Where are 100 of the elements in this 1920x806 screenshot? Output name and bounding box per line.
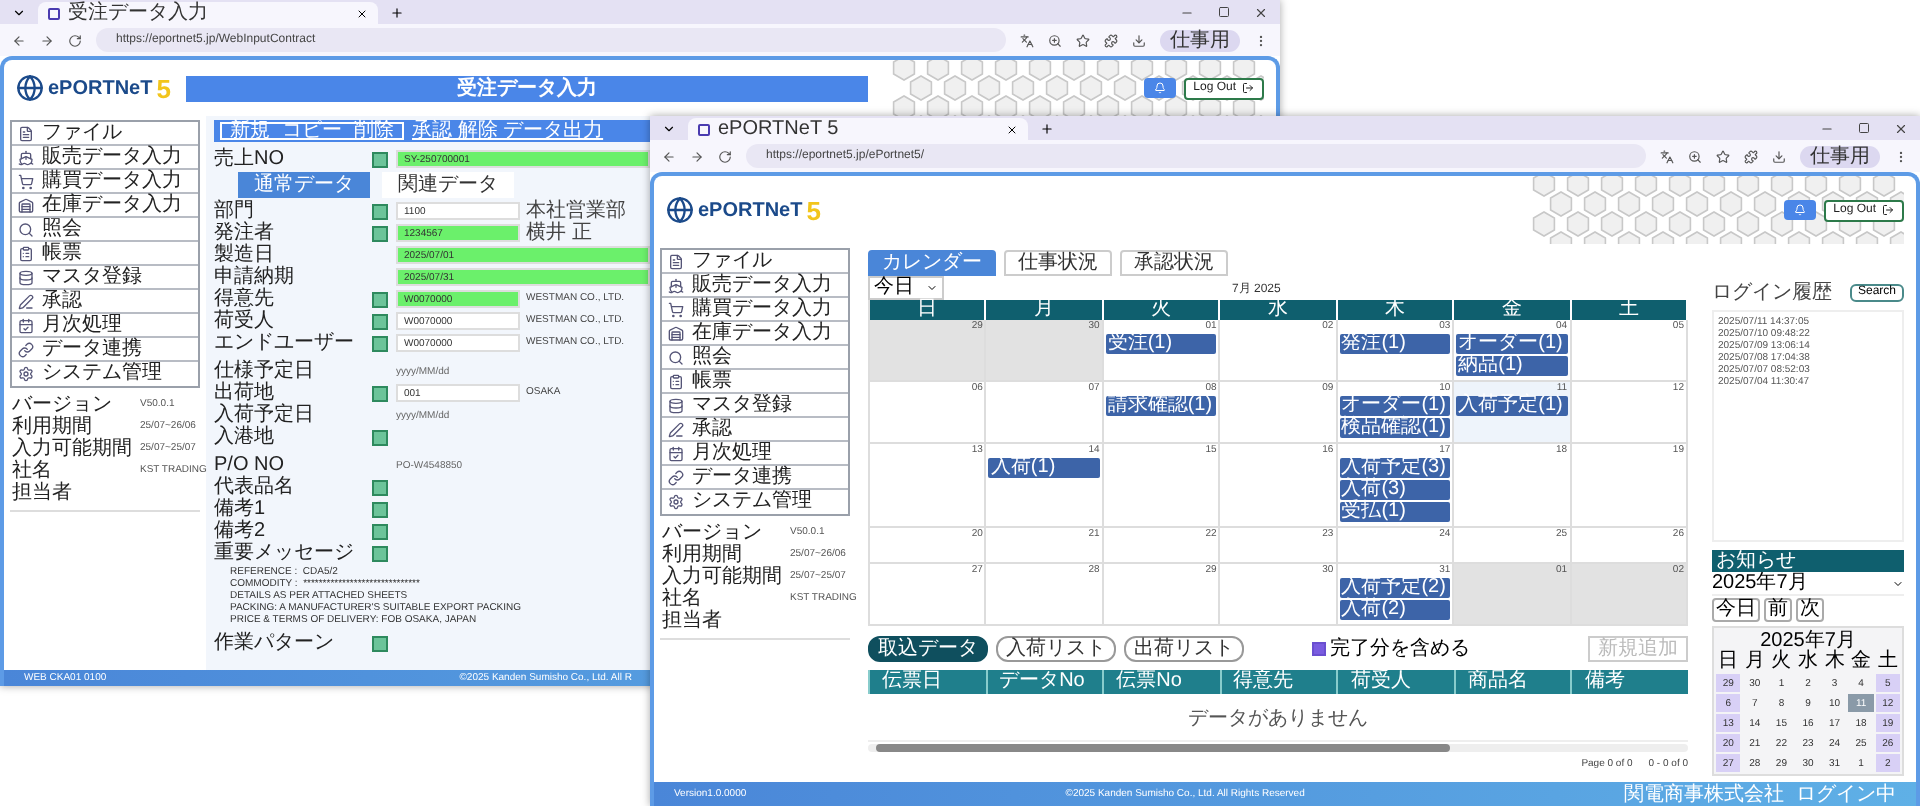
weekday-header: 土 (1571, 300, 1688, 320)
sidebar-item[interactable]: 月次処理 (662, 442, 848, 466)
close-icon[interactable] (1254, 5, 1268, 19)
chevron-down-icon (926, 282, 938, 294)
download-icon[interactable] (1132, 33, 1146, 47)
form-tab[interactable]: 通常データ (238, 172, 370, 198)
forward-icon[interactable] (690, 149, 704, 163)
menu-icon[interactable] (1254, 33, 1268, 47)
sidebar-item[interactable]: マスタ登録 (662, 394, 848, 418)
lookup-button[interactable] (372, 635, 388, 651)
sidebar-item[interactable]: 購買データ入力 (662, 298, 848, 322)
close-icon[interactable] (1894, 121, 1908, 135)
page-title: 受注データ入力 (186, 75, 868, 101)
menu-item-icon (668, 494, 684, 510)
action-button[interactable]: 出荷リスト (1124, 635, 1244, 661)
sidebar-item[interactable]: 照会 (12, 218, 198, 242)
column-header[interactable]: 伝票No (1102, 670, 1220, 694)
menu-icon[interactable] (1894, 149, 1908, 163)
toolbar-link[interactable]: 承認 解除 データ出力 (412, 121, 604, 141)
menu-item-icon (18, 173, 34, 189)
field-label: 作業パターン (214, 633, 336, 653)
sidebar-item[interactable]: 販売データ入力 (12, 146, 198, 170)
action-button[interactable]: 取込データ (868, 635, 988, 661)
logout-icon (1242, 82, 1254, 94)
column-header[interactable]: データNo (985, 670, 1103, 694)
field-label: 入荷予定日 (214, 405, 316, 425)
notification-button[interactable] (1143, 78, 1176, 98)
extensions-icon[interactable] (1104, 33, 1118, 47)
sidebar-item[interactable]: 照会 (662, 346, 848, 370)
bookmark-icon[interactable] (1076, 33, 1090, 47)
extensions-icon[interactable] (1744, 149, 1758, 163)
field-label: エンドユーザー (214, 333, 356, 353)
info-label: 利用期間 (12, 416, 92, 438)
download-icon[interactable] (1772, 149, 1786, 163)
calendar-nav-button[interactable]: 今日 (1712, 598, 1760, 622)
month-select[interactable]: 2025年7月 (1712, 572, 1904, 596)
calendar-nav-button[interactable]: 前 (1764, 598, 1792, 622)
sidebar-item[interactable]: 帳票 (12, 242, 198, 266)
checkbox[interactable] (1312, 641, 1326, 655)
sidebar-item[interactable]: データ連携 (662, 466, 848, 490)
reload-icon[interactable] (718, 149, 732, 163)
calendar-event[interactable]: 入荷予定(1) (1456, 396, 1568, 416)
close-tab-icon[interactable] (356, 7, 368, 19)
column-header[interactable]: 伝票日 (868, 670, 986, 694)
new-tab-icon[interactable] (1040, 121, 1054, 135)
sidebar-item[interactable]: 承認 (12, 290, 198, 314)
tab-list-icon[interactable] (662, 121, 676, 135)
sidebar-item[interactable]: 月次処理 (12, 314, 198, 338)
sidebar-item[interactable]: ファイル (12, 122, 198, 146)
calendar-nav-button[interactable]: 次 (1796, 598, 1824, 622)
sidebar-item[interactable]: マスタ登録 (12, 266, 198, 290)
sidebar-item[interactable]: ファイル (662, 250, 848, 274)
weekday-label: 日 (1716, 652, 1741, 672)
sidebar-item[interactable]: 販売データ入力 (662, 274, 848, 298)
translate-icon[interactable] (1660, 149, 1674, 163)
sidebar-item[interactable]: データ連携 (12, 338, 198, 362)
sidebar-item[interactable]: 帳票 (662, 370, 848, 394)
sidebar-item[interactable]: システム管理 (662, 490, 848, 514)
view-tab[interactable]: カレンダー (868, 250, 996, 276)
favicon-icon (698, 123, 710, 135)
lookup-button[interactable] (372, 151, 388, 167)
browser-tab[interactable]: ePORTNeT 5 (688, 118, 1028, 140)
notification-button[interactable] (1783, 200, 1816, 220)
zoom-icon[interactable] (1688, 149, 1702, 163)
reload-icon[interactable] (68, 33, 82, 47)
sidebar-item[interactable]: 在庫データ入力 (662, 322, 848, 346)
back-icon[interactable] (662, 149, 676, 163)
new-tab-icon[interactable] (390, 5, 404, 19)
sidebar-item[interactable]: 承認 (662, 418, 848, 442)
column-header[interactable]: 備考 (1570, 670, 1688, 694)
close-tab-icon[interactable] (1006, 123, 1018, 135)
maximize-icon[interactable] (1218, 6, 1230, 18)
maximize-icon[interactable] (1858, 122, 1870, 134)
view-tab[interactable]: 仕事状況 (1004, 250, 1112, 276)
info-label: 担当者 (12, 482, 74, 504)
menu-item-icon (668, 421, 684, 437)
action-button[interactable]: 入荷リスト (996, 635, 1116, 661)
column-header[interactable]: 荷受人 (1336, 670, 1454, 694)
back-icon[interactable] (12, 33, 26, 47)
bookmark-icon[interactable] (1716, 149, 1730, 163)
sidebar-item[interactable]: 在庫データ入力 (12, 194, 198, 218)
menu-item-icon (18, 125, 34, 141)
column-header[interactable]: 商品名 (1453, 670, 1571, 694)
profile-button[interactable]: 仕事用 (1800, 145, 1880, 167)
forward-icon[interactable] (40, 33, 54, 47)
scrollbar-thumb[interactable] (876, 744, 1450, 752)
view-tab[interactable]: 承認状況 (1120, 250, 1228, 276)
column-header[interactable]: 得意先 (1219, 670, 1337, 694)
sidebar-item[interactable]: 購買データ入力 (12, 170, 198, 194)
menu-item-icon (668, 397, 684, 413)
tab-list-icon[interactable] (12, 5, 26, 19)
translate-icon[interactable] (1020, 33, 1034, 47)
weekday-label: 水 (1795, 652, 1820, 672)
lookup-button[interactable] (372, 385, 388, 401)
zoom-icon[interactable] (1048, 33, 1062, 47)
sidebar-item[interactable]: システム管理 (12, 362, 198, 386)
profile-button[interactable]: 仕事用 (1160, 29, 1240, 51)
form-tab[interactable]: 関連データ (382, 172, 514, 198)
browser-tab[interactable]: 受注データ入力 (38, 2, 378, 24)
lookup-button[interactable] (372, 429, 388, 445)
